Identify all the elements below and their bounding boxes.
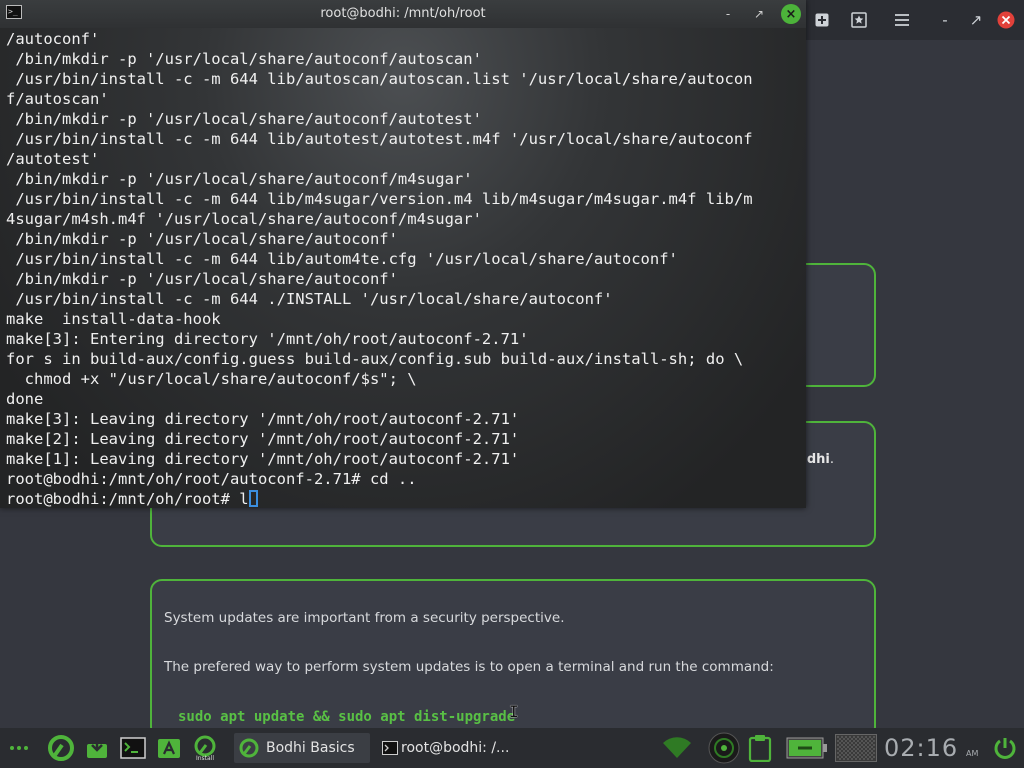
terminal-line: chmod +x "/usr/local/share/autoconf/$s";… bbox=[6, 370, 417, 388]
plus-icon bbox=[815, 13, 829, 27]
desktop-pager-icon bbox=[835, 734, 877, 762]
browser-toolbar: - ↗ bbox=[806, 0, 1024, 40]
terminal-line: /bin/mkdir -p '/usr/local/share/autoconf… bbox=[6, 50, 482, 68]
terminal-small-icon bbox=[382, 741, 398, 755]
bodhi-start-button[interactable] bbox=[44, 728, 78, 768]
task-label: root@bodhi: /... bbox=[401, 740, 510, 756]
power-button[interactable] bbox=[990, 728, 1020, 768]
app-install-icon bbox=[158, 739, 180, 758]
task-label: Bodhi Basics bbox=[266, 740, 355, 756]
terminal-line: /autotest' bbox=[6, 150, 100, 168]
terminal-line: f/autoscan' bbox=[6, 90, 109, 108]
install-label: Install bbox=[195, 754, 215, 762]
close-icon bbox=[997, 11, 1015, 29]
terminal-cursor bbox=[248, 490, 258, 507]
taskbar-clock-ampm: AM bbox=[966, 749, 979, 758]
terminal-titlebar[interactable]: >_ root@bodhi: /mnt/oh/root - ↗ × bbox=[0, 0, 806, 28]
browser-maximize-button[interactable]: ↗ bbox=[964, 8, 988, 32]
task-terminal[interactable]: root@bodhi: /... bbox=[378, 733, 518, 763]
terminal-line: /bin/mkdir -p '/usr/local/share/autoconf… bbox=[6, 170, 473, 188]
terminal-line: /usr/bin/install -c -m 644 lib/m4sugar/v… bbox=[6, 190, 753, 208]
star-icon bbox=[851, 12, 867, 28]
clipboard-indicator[interactable] bbox=[745, 728, 775, 768]
browser-close-button[interactable] bbox=[994, 8, 1018, 32]
terminal-line: /usr/bin/install -c -m 644 lib/autotest/… bbox=[6, 130, 753, 148]
media-indicator[interactable] bbox=[704, 728, 744, 768]
terminal-line: make install-data-hook bbox=[6, 310, 221, 328]
terminal-line: /autoconf' bbox=[6, 30, 100, 48]
terminal-launcher[interactable] bbox=[118, 728, 148, 768]
clipboard-icon bbox=[748, 735, 772, 762]
terminal-maximize-button[interactable]: ↗ bbox=[749, 4, 769, 24]
terminal-line: done bbox=[6, 390, 44, 408]
terminal-line: /bin/mkdir -p '/usr/local/share/autoconf… bbox=[6, 110, 482, 128]
terminal-line: /usr/bin/install -c -m 644 lib/autoscan/… bbox=[6, 70, 753, 88]
bodhi-start-icon bbox=[48, 735, 74, 761]
terminal-line: 4sugar/m4sh.m4f '/usr/local/share/autoco… bbox=[6, 210, 482, 228]
pager-indicator[interactable] bbox=[834, 728, 878, 768]
taskbar-clock[interactable]: 02:16 bbox=[884, 734, 958, 762]
terminal-line: make[3]: Leaving directory '/mnt/oh/root… bbox=[6, 410, 520, 428]
disc-icon bbox=[708, 732, 740, 764]
terminal-line: /usr/bin/install -c -m 644 ./INSTALL '/u… bbox=[6, 290, 613, 308]
menu-button[interactable] bbox=[890, 8, 914, 32]
terminal-icon bbox=[120, 737, 146, 759]
ellipsis-icon bbox=[10, 746, 28, 750]
terminal-line: root@bodhi:/mnt/oh/root/autoconf-2.71# c… bbox=[6, 470, 417, 488]
taskbar-ellipsis[interactable] bbox=[6, 728, 32, 768]
terminal-line: for s in build-aux/config.guess build-au… bbox=[6, 350, 744, 368]
terminal-window[interactable]: >_ root@bodhi: /mnt/oh/root - ↗ × /autoc… bbox=[0, 0, 806, 508]
terminal-line: root@bodhi:/mnt/oh/root# l bbox=[6, 489, 258, 509]
terminal-line: /bin/mkdir -p '/usr/local/share/autoconf… bbox=[6, 230, 398, 248]
terminal-title: root@bodhi: /mnt/oh/root bbox=[320, 6, 486, 21]
new-tab-button[interactable] bbox=[810, 8, 834, 32]
task-bodhi-basics[interactable]: Bodhi Basics bbox=[234, 733, 370, 763]
download-icon bbox=[87, 738, 107, 758]
terminal-line: make[1]: Leaving directory '/mnt/oh/root… bbox=[6, 450, 520, 468]
text-cursor-icon: I bbox=[509, 702, 519, 721]
terminal-output[interactable]: /autoconf' /bin/mkdir -p '/usr/local/sha… bbox=[0, 28, 806, 508]
power-icon bbox=[994, 738, 1016, 759]
install-bodhi-launcher[interactable]: Install bbox=[190, 728, 220, 768]
updates-paragraph-1: System updates are important from a secu… bbox=[164, 610, 565, 626]
updates-paragraph-2: The prefered way to perform system updat… bbox=[164, 659, 774, 675]
battery-icon bbox=[786, 737, 827, 759]
taskbar: Install Bodhi Basics root@bodhi: /... bbox=[0, 728, 1024, 768]
card-2-text: dhi. bbox=[806, 452, 834, 467]
terminal-line: /bin/mkdir -p '/usr/local/share/autoconf… bbox=[6, 270, 398, 288]
battery-indicator[interactable] bbox=[784, 728, 830, 768]
bookmark-button[interactable] bbox=[847, 8, 871, 32]
terminal-minimize-button[interactable]: - bbox=[718, 4, 738, 24]
terminal-line: /usr/bin/install -c -m 644 lib/autom4te.… bbox=[6, 250, 678, 268]
wifi-icon bbox=[663, 737, 691, 758]
bodhi-browser-icon bbox=[239, 738, 259, 758]
terminal-line: make[3]: Entering directory '/mnt/oh/roo… bbox=[6, 330, 529, 348]
hamburger-icon bbox=[895, 14, 909, 26]
download-launcher[interactable] bbox=[82, 728, 112, 768]
install-bodhi-icon bbox=[194, 735, 216, 756]
app-install-launcher[interactable] bbox=[154, 728, 184, 768]
update-command[interactable]: sudo apt update && sudo apt dist-upgrade bbox=[178, 709, 515, 725]
terminal-close-button[interactable]: × bbox=[781, 4, 801, 24]
wifi-indicator[interactable] bbox=[660, 728, 694, 768]
terminal-line: make[2]: Leaving directory '/mnt/oh/root… bbox=[6, 430, 520, 448]
browser-minimize-button[interactable]: - bbox=[933, 8, 957, 32]
